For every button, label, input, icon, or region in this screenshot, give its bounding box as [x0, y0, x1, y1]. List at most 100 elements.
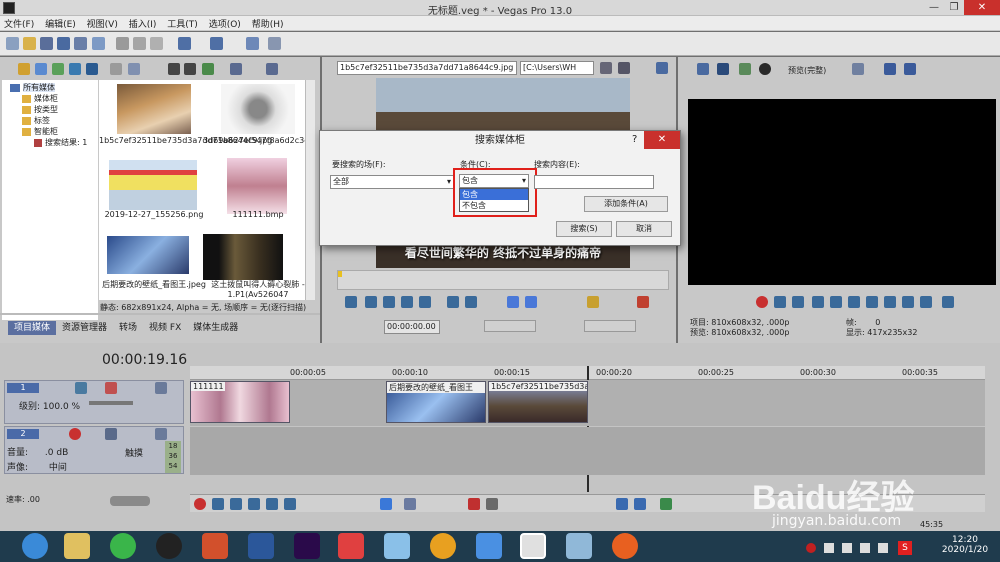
- track-header-video[interactable]: 1 级别: 100.0 %: [4, 380, 184, 424]
- import-icon[interactable]: [18, 63, 30, 75]
- media-thumbnail-6[interactable]: [203, 234, 283, 280]
- capture-icon[interactable]: [35, 63, 47, 75]
- undo-icon[interactable]: [178, 37, 191, 50]
- trimmer-preview-icon[interactable]: [656, 62, 668, 74]
- refresh-icon[interactable]: [69, 63, 81, 75]
- tree-item-search-results[interactable]: 搜索结果: 1: [10, 137, 98, 148]
- record-icon[interactable]: [756, 296, 768, 308]
- trimmer-selection-bar[interactable]: [484, 320, 536, 332]
- overlays-icon[interactable]: [852, 63, 864, 75]
- trimmer-option-icon[interactable]: [600, 62, 612, 74]
- wechat-icon[interactable]: [110, 533, 136, 559]
- go-start-icon[interactable]: [866, 296, 878, 308]
- tray-network-icon[interactable]: [842, 543, 852, 553]
- media-thumbnail-3[interactable]: [109, 160, 197, 210]
- play-from-start-icon[interactable]: [230, 498, 242, 510]
- tray-battery-icon[interactable]: [878, 543, 888, 553]
- option-not-contains[interactable]: 不包含: [460, 200, 528, 211]
- tree-item-bins[interactable]: 媒体柜: [10, 93, 98, 104]
- condition-select[interactable]: 包含 ▾: [459, 174, 529, 188]
- properties-icon[interactable]: [92, 37, 105, 50]
- get-media-icon[interactable]: [52, 63, 64, 75]
- redo-icon[interactable]: [210, 37, 223, 50]
- trimmer-file-field[interactable]: 1b5c7ef32511be735d3a7dd71a8644c9.jpg: [337, 61, 517, 75]
- external-monitor-icon[interactable]: [717, 63, 729, 75]
- option-contains[interactable]: 包含: [460, 189, 528, 200]
- menu-edit[interactable]: 编辑(E): [41, 16, 80, 31]
- tree-item-all-media[interactable]: 所有媒体: [10, 82, 98, 93]
- insert-icon[interactable]: [525, 296, 537, 308]
- audio-track-lane[interactable]: [190, 427, 985, 475]
- tool-edit-icon[interactable]: [246, 37, 259, 50]
- field-select[interactable]: 全部 ▾: [330, 175, 454, 189]
- search-media-icon[interactable]: [86, 63, 98, 75]
- search-content-input[interactable]: [534, 175, 654, 189]
- save-icon[interactable]: [40, 37, 53, 50]
- tray-qq-icon[interactable]: [806, 543, 816, 553]
- tab-media-generators[interactable]: 媒体生成器: [187, 321, 244, 335]
- close-button[interactable]: ✕: [964, 0, 1000, 15]
- word-icon[interactable]: [248, 533, 274, 559]
- photo-app-icon[interactable]: [338, 533, 364, 559]
- cut-icon[interactable]: [116, 37, 129, 50]
- menu-help[interactable]: 帮助(H): [248, 16, 288, 31]
- loop-icon[interactable]: [345, 296, 357, 308]
- stop-icon[interactable]: [848, 296, 860, 308]
- add-to-timeline-icon[interactable]: [507, 296, 519, 308]
- clock[interactable]: 12:20 2020/1/20: [938, 535, 992, 555]
- auto-crossfade-icon[interactable]: [634, 498, 646, 510]
- menu-tools[interactable]: 工具(T): [163, 16, 202, 31]
- level-slider[interactable]: [89, 401, 133, 405]
- media-thumbnail-5[interactable]: [107, 236, 189, 274]
- mute-icon[interactable]: [105, 428, 117, 440]
- menu-file[interactable]: 文件(F): [0, 16, 38, 31]
- tray-volume-icon[interactable]: [860, 543, 870, 553]
- dialog-close-button[interactable]: ✕: [644, 131, 680, 149]
- trimmer-path-field[interactable]: [C:\Users\WH: [520, 61, 594, 75]
- clip-wallpaper[interactable]: 后期要改的壁纸_看图王: [386, 381, 486, 423]
- trimmer-zoom-bar[interactable]: [584, 320, 636, 332]
- play-icon[interactable]: [792, 296, 804, 308]
- pause-icon[interactable]: [830, 296, 842, 308]
- preview-properties-icon[interactable]: [697, 63, 709, 75]
- preview-quality[interactable]: 预览(完整): [788, 65, 826, 76]
- chrome-icon[interactable]: [430, 533, 456, 559]
- trimmer-timeline-strip[interactable]: [337, 270, 669, 290]
- media-thumbnail-1[interactable]: [117, 84, 191, 134]
- next-frame-icon[interactable]: [920, 296, 932, 308]
- split-screen-icon[interactable]: [759, 63, 771, 75]
- stop-icon[interactable]: [419, 296, 431, 308]
- vegas-taskbar-icon[interactable]: [520, 533, 546, 559]
- preview-screen[interactable]: [688, 99, 996, 285]
- start-search-icon[interactable]: [22, 533, 48, 559]
- powerpoint-icon[interactable]: [202, 533, 228, 559]
- touch-mode[interactable]: 触摸: [125, 446, 143, 459]
- render-icon[interactable]: [74, 37, 87, 50]
- loop-icon[interactable]: [774, 296, 786, 308]
- menu-options[interactable]: 选项(O): [205, 16, 245, 31]
- premiere-icon[interactable]: [294, 533, 320, 559]
- tool-envelope-icon[interactable]: [268, 37, 281, 50]
- tree-item-tags[interactable]: 标签: [10, 115, 98, 126]
- menu-view[interactable]: 视图(V): [83, 16, 122, 31]
- play-selection-icon[interactable]: [812, 296, 824, 308]
- tab-video-fx[interactable]: 视频 FX: [143, 321, 187, 335]
- stop-media-icon[interactable]: [184, 63, 196, 75]
- tab-transitions[interactable]: 转场: [113, 321, 143, 335]
- copy-icon[interactable]: [133, 37, 146, 50]
- cloud-app-icon[interactable]: [384, 533, 410, 559]
- speed-icon[interactable]: [942, 296, 954, 308]
- mute-icon[interactable]: [75, 382, 87, 394]
- notepad-icon[interactable]: [566, 533, 592, 559]
- normal-edit-tool-icon[interactable]: [380, 498, 392, 510]
- go-end-icon[interactable]: [884, 296, 896, 308]
- play-icon[interactable]: [383, 296, 395, 308]
- paste-icon[interactable]: [150, 37, 163, 50]
- delete-icon[interactable]: [110, 63, 122, 75]
- browser-icon[interactable]: [612, 533, 638, 559]
- tab-project-media[interactable]: 项目媒体: [8, 321, 57, 335]
- cancel-button[interactable]: 取消: [616, 221, 672, 237]
- qq-icon[interactable]: [156, 533, 182, 559]
- auto-preview-icon[interactable]: [202, 63, 214, 75]
- prev-frame-icon[interactable]: [447, 296, 459, 308]
